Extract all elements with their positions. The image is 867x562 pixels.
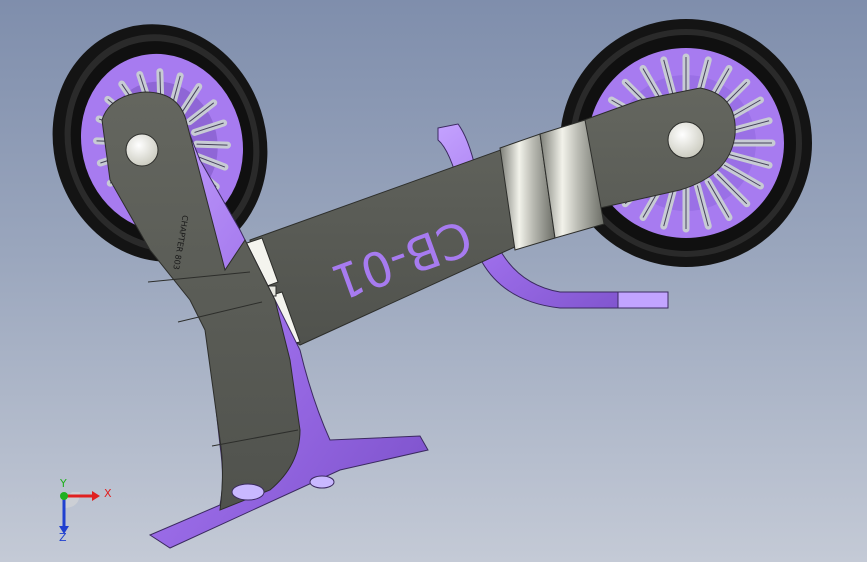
left-hub-cap[interactable] [125, 133, 159, 167]
axis-label-x: X [104, 487, 112, 500]
axis-label-z: Z [59, 531, 67, 544]
right-hub-cap[interactable] [667, 121, 705, 159]
cad-viewport[interactable]: CB-01 CHAPTER 803 X Y Z [0, 0, 867, 562]
model-render[interactable]: CB-01 CHAPTER 803 [0, 0, 867, 562]
axis-label-y: Y [60, 477, 67, 490]
coordinate-triad[interactable]: X Y Z [44, 478, 116, 548]
